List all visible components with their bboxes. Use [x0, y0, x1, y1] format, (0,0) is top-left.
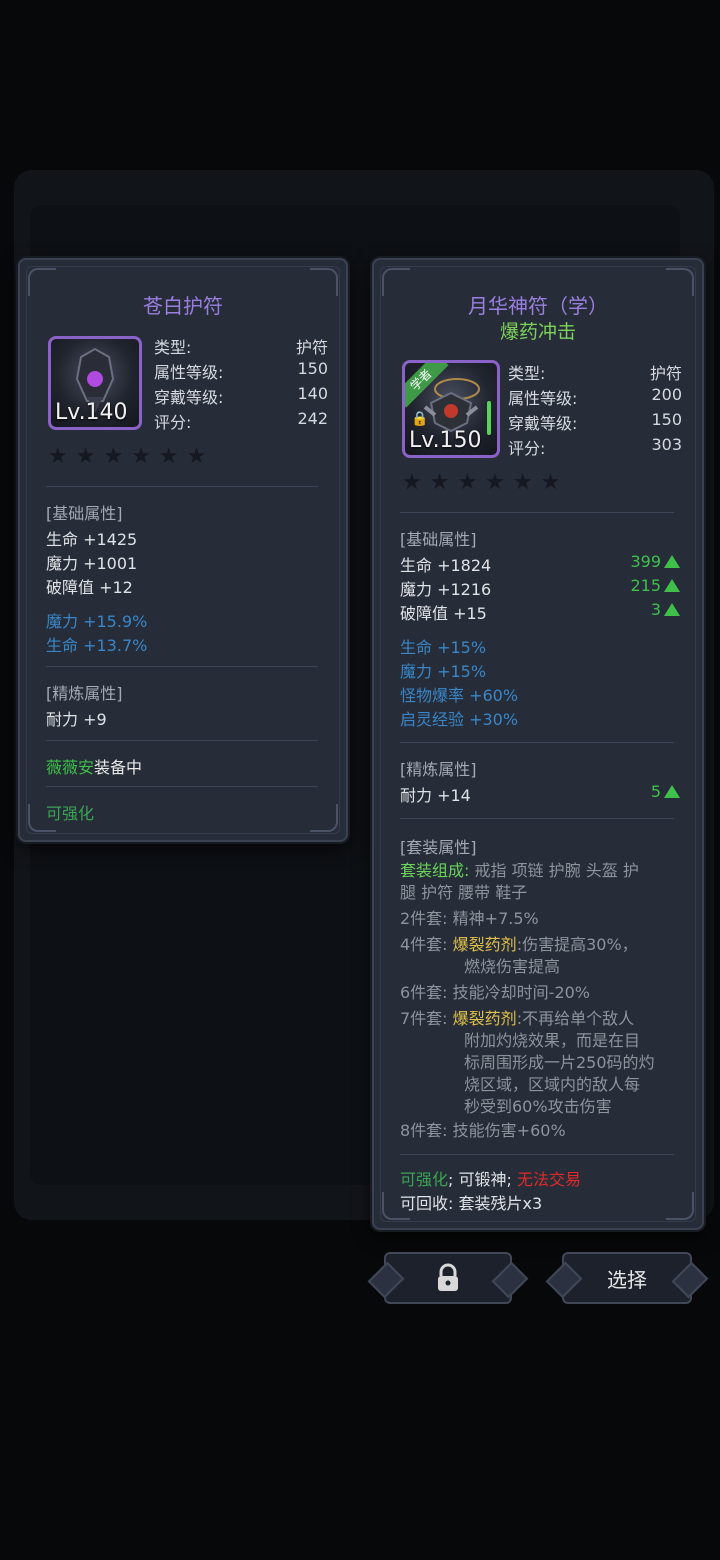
card-corner [310, 804, 338, 832]
extra-stat: 启灵经验 +30% [400, 710, 519, 729]
lock-icon: 🔒 [411, 411, 429, 427]
set-composition: 套装组成: 戒指 项链 护腕 头盔 护 腿 护符 腰带 鞋子 [400, 861, 639, 902]
info-wear-level: 穿戴等级: 140 [154, 384, 328, 407]
set-attr-header: [套装属性] [400, 838, 477, 857]
extra-stat: 魔力 +15% [400, 662, 487, 681]
extra-stat: 生命 +15% [400, 638, 487, 657]
stat-delta: 215 [630, 576, 680, 595]
info-attr-level: 属性等级: 200 [508, 385, 682, 408]
divider [46, 486, 318, 487]
set-bonus-4: 4件套: 爆裂药剂:伤害提高30%， 燃烧伤害提高 [400, 935, 638, 976]
star-rating: ★★★★★★ [48, 444, 215, 469]
divider [400, 512, 674, 513]
item-icon[interactable]: 学者 🔒 Lv.150 [402, 360, 500, 458]
divider [400, 818, 674, 819]
set-bonus-7: 7件套: 爆裂药剂:不再给单个敌人 附加灼烧效果，而是在目 标周围形成一片250… [400, 1009, 655, 1116]
divider [46, 666, 318, 667]
enhanceable-flag: 可强化 [46, 804, 95, 823]
divider [46, 786, 318, 787]
select-label: 选择 [607, 1267, 647, 1292]
star-rating: ★★★★★★ [402, 470, 569, 495]
item-level: Lv.150 [409, 428, 482, 453]
item-set-name: 爆药冲击 [499, 321, 576, 343]
base-stat: 魔力 +1216 [400, 580, 492, 599]
info-type: 类型: 护符 [154, 338, 328, 357]
card-corner [666, 1192, 694, 1220]
lock-button[interactable] [384, 1252, 512, 1304]
recycle-info: 可回收: 套装残片x3 [400, 1194, 543, 1213]
up-arrow-icon [664, 579, 680, 592]
stat-delta: 399 [630, 552, 680, 571]
item-level: Lv.140 [55, 400, 128, 425]
set-bonus-2: 2件套: 精神+7.5% [400, 909, 539, 928]
set-bonus-8: 8件套: 技能伤害+60% [400, 1121, 566, 1140]
extra-stat: 生命 +13.7% [46, 636, 148, 655]
select-button[interactable]: 选择 [562, 1252, 692, 1304]
base-attr-header: [基础属性] [46, 504, 123, 523]
lock-icon [438, 1263, 458, 1291]
item-flags: 可强化; 可锻神; 无法交易 [400, 1170, 582, 1189]
divider [400, 742, 674, 743]
info-wear-level: 穿戴等级: 150 [508, 410, 682, 433]
up-arrow-icon [664, 555, 680, 568]
base-stat: 生命 +1824 [400, 556, 492, 575]
refine-stat: 耐力 +9 [46, 710, 107, 729]
item-title: 月华神符（学） [468, 294, 608, 318]
current-item-card: 苍白护符 Lv.140 类型: 护符 属性等级: 150 穿戴等级: 140 评分: 2… [18, 258, 348, 842]
base-stat: 破障值 +15 [400, 604, 487, 623]
compare-item-card: 月华神符（学） 爆药冲击 学者 🔒 Lv.150 类型: 护符 属性等级: 200 … [372, 258, 704, 1230]
info-attr-level: 属性等级: 150 [154, 359, 328, 382]
extra-stat: 怪物爆率 +60% [400, 686, 519, 705]
refine-stat: 耐力 +14 [400, 786, 471, 805]
info-score: 评分: 242 [154, 409, 328, 432]
up-arrow-icon [664, 785, 680, 798]
info-score: 评分: 303 [508, 435, 682, 458]
up-arrow-icon [664, 603, 680, 616]
base-stat: 魔力 +1001 [46, 554, 138, 573]
divider [46, 740, 318, 741]
item-title: 苍白护符 [143, 294, 223, 318]
upgrade-indicator [487, 401, 491, 435]
base-attr-header: [基础属性] [400, 530, 477, 549]
set-bonus-6: 6件套: 技能冷却时间-20% [400, 983, 591, 1002]
equipped-status: 薇薇安装备中 [46, 758, 143, 777]
base-stat: 生命 +1425 [46, 530, 138, 549]
stat-delta: 3 [651, 600, 680, 619]
divider [400, 1154, 674, 1155]
refine-attr-header: [精炼属性] [400, 760, 477, 779]
base-stat: 破障值 +12 [46, 578, 133, 597]
item-icon[interactable]: Lv.140 [48, 336, 142, 430]
refine-attr-header: [精炼属性] [46, 684, 123, 703]
info-type: 类型: 护符 [508, 364, 682, 383]
extra-stat: 魔力 +15.9% [46, 612, 148, 631]
stat-delta: 5 [651, 782, 680, 801]
